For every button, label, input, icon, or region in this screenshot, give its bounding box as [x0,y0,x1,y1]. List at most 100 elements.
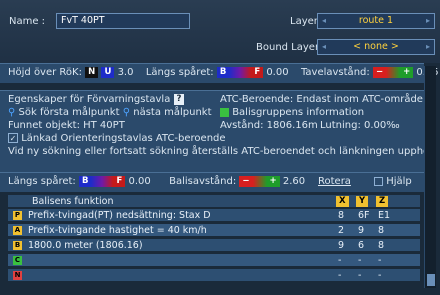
u-value[interactable]: 3.0 [118,67,134,78]
row-z: 8 [378,225,385,236]
table-header-label: Balisens funktion [32,196,114,207]
rotera-button[interactable]: Rotera [318,176,351,187]
row-text: 1800.0 meter (1806.16) [28,240,143,251]
col-x-header: X [336,196,349,207]
sok-forsta-button[interactable]: Sök första målpunkt [19,107,120,118]
tavel-label: Tavelavstånd: [300,67,370,78]
table-row[interactable]: N--- [8,269,420,282]
search-icon: ⚲ [122,107,131,118]
row-symbol-icon: N [13,271,22,280]
atc-row: ATC-Beroende: Endast inom ATC-område [220,93,423,107]
plus-button-2[interactable]: + [266,175,280,187]
hojd-label: Höjd över RöK: [8,67,82,78]
f-button[interactable]: F [251,66,264,78]
lankad-row: ✓ Länkad Orienteringstavlas ATC-beroende [8,132,226,146]
second-row: Längs spåret: B F 0.00 Balisavstånd: − + 2… [8,175,305,189]
bound-layer-select[interactable]: ◂ < none > ▸ [317,39,435,55]
row-z: - [378,255,382,266]
arrow-left-icon[interactable]: ◂ [322,14,326,28]
langs-label-2: Längs spåret: [8,176,76,187]
n-button[interactable]: N [85,66,99,78]
avstand-label: Avstånd: 1806.16m [220,120,318,131]
balis-slider[interactable] [252,175,267,187]
row-symbol-icon: B [13,241,22,250]
bf-slider-2[interactable] [91,175,114,187]
atc-label: ATC-Beroende: [220,94,294,105]
u-button[interactable]: U [101,66,115,78]
vid-ny-row: Vid ny sökning eller fortsatt sökning åt… [8,145,433,159]
row-y: 9 [358,225,365,236]
scrollbar[interactable] [424,66,436,288]
nasta-button[interactable]: nästa målpunkt [133,107,211,118]
bf-slider[interactable] [229,66,252,78]
row-y: - [358,270,362,281]
help-button[interactable]: ? [173,93,185,105]
row-symbol-icon: P [13,211,22,220]
row-x: - [338,255,342,266]
langs-value-2[interactable]: 0.00 [128,176,150,187]
row-symbol-icon: C [13,256,22,265]
name-input[interactable]: FvT 40PT [56,13,190,29]
table-row[interactable]: B 1800.0 meter (1806.16) 9 6 8 [8,239,420,252]
row-x: 2 [338,225,345,236]
layer-value: route 1 [358,15,394,26]
col-y-header: Y [356,196,369,207]
lankad-label: Länkad Orienteringstavlas ATC-beroende [21,133,226,144]
row-z: 8 [378,240,385,251]
minus-button[interactable]: − [372,66,387,78]
lutning-row: Lutning: 0.00‰ [320,119,400,133]
row-text: Prefix-tvingad(PT) nedsättning: Stax D [28,210,211,221]
hjalp-label: Hjälp [386,176,412,187]
b-button-2[interactable]: B [78,175,92,187]
f-button-2[interactable]: F [113,175,126,187]
egenskaper-row: Egenskaper för Förvarningstavla ? [8,93,185,107]
table-row[interactable]: C--- [8,254,420,267]
search-icon: ⚲ [8,107,16,118]
lankad-checkbox[interactable]: ✓ [8,133,18,143]
minus-button-2[interactable]: − [239,175,253,187]
balis-info-button[interactable]: Balisgruppens information [232,107,364,118]
rotera-row: Rotera [318,175,351,189]
top-row: Höjd över RöK: N U 3.0 Längs spåret: BF … [8,66,439,80]
arrow-left-icon[interactable]: ◂ [322,40,326,54]
funnet-row: Funnet objekt: HT 40PT [8,119,125,133]
bound-layer-value: < none > [353,41,399,52]
col-z-header: Z [376,196,389,207]
tavel-slider[interactable] [386,66,401,78]
name-label: Name : [9,16,46,27]
funnet-label: Funnet objekt: HT 40PT [8,120,125,131]
row-x: - [338,270,342,281]
row-y: 6 [358,240,365,251]
arrow-right-icon[interactable]: ▸ [426,40,430,54]
layer-select[interactable]: ◂ route 1 ▸ [317,13,435,29]
row-text: Prefix-tvingande hastighet = 40 km/h [28,225,207,236]
lutning-label: Lutning: 0.00‰ [320,120,400,131]
info-icon [220,107,229,117]
vid-ny-label: Vid ny sökning eller fortsatt sökning åt… [8,146,434,157]
table-header: Balisens funktion X Y Z [8,195,420,208]
langs-label: Längs spåret: [145,67,214,78]
arrow-right-icon[interactable]: ▸ [426,14,430,28]
search-row: ⚲ Sök första målpunkt ⚲ nästa målpunkt [8,106,212,120]
balis-value[interactable]: 2.60 [283,176,305,187]
egenskaper-label: Egenskaper för Förvarningstavla [8,94,171,105]
plus-button[interactable]: + [400,66,414,78]
balis-label: Balisavstånd: [169,176,237,187]
langs-value[interactable]: 0.00 [266,67,288,78]
row-x: 9 [338,240,345,251]
atc-value[interactable]: Endast inom ATC-område [296,94,423,105]
table-row[interactable]: A Prefix-tvingande hastighet = 40 km/h 2 9 8 [8,224,420,237]
hjalp-row: Hjälp [374,175,412,189]
row-symbol-icon: A [13,226,22,235]
hjalp-checkbox[interactable] [374,176,383,186]
row-z: E1 [378,210,391,221]
row-x: 8 [338,210,345,221]
table-row[interactable]: P Prefix-tvingad(PT) nedsättning: Stax D 8… [8,209,420,222]
row-z: - [378,270,382,281]
row-y: 6F [358,210,370,221]
b-button[interactable]: B [216,66,230,78]
row-y: - [358,255,362,266]
scrollbar-thumb[interactable] [427,274,435,286]
avstand-row: Avstånd: 1806.16m [220,119,318,133]
balis-info-row: Balisgruppens information [220,106,364,120]
